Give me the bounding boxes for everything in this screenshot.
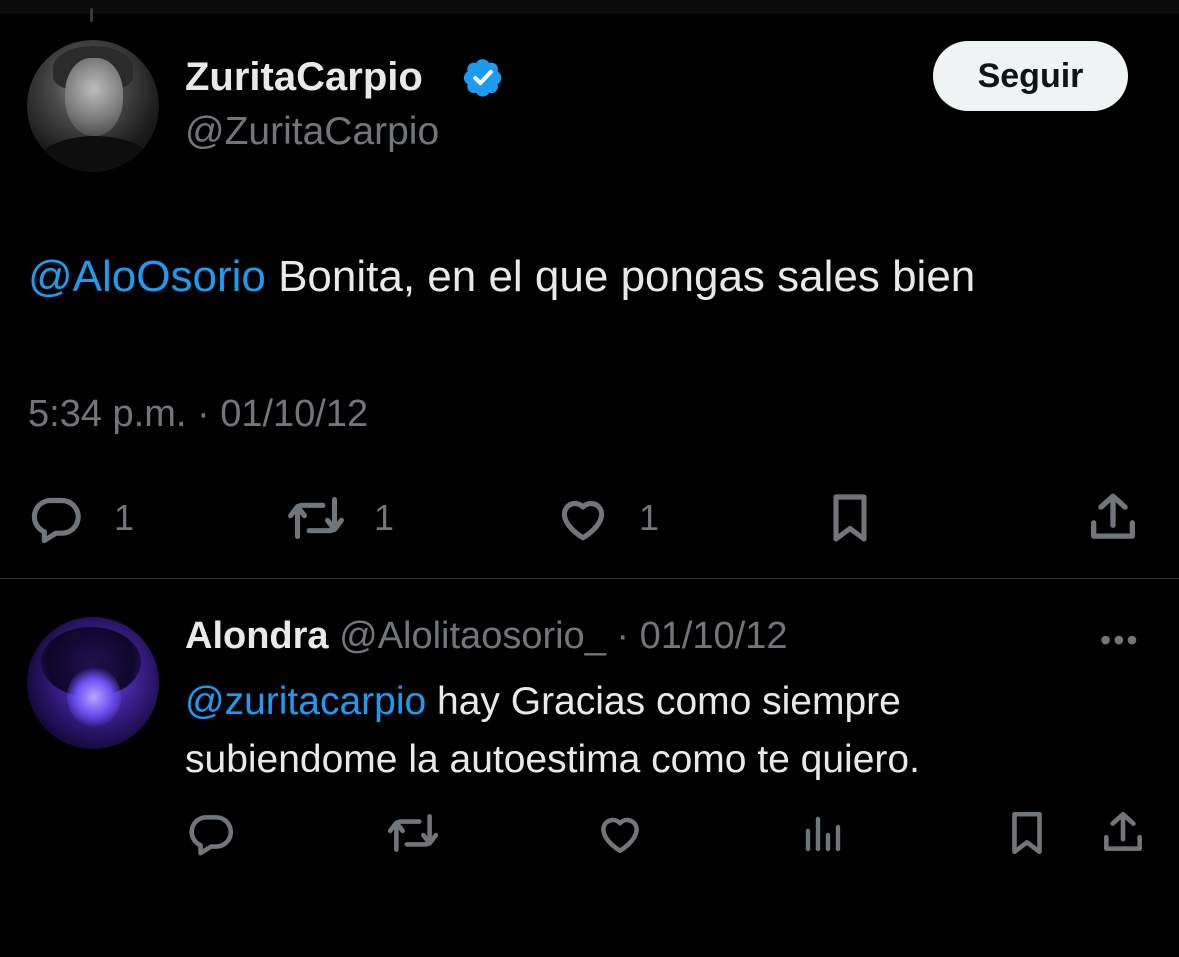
retweet-icon xyxy=(387,814,439,852)
divider xyxy=(0,578,1179,579)
share-button[interactable] xyxy=(1098,806,1148,860)
reply-button[interactable]: 1 xyxy=(28,490,134,546)
like-icon xyxy=(601,817,639,853)
like-button[interactable]: 1 xyxy=(553,490,659,546)
tweet-timestamp[interactable]: 5:34 p.m. · 01/10/12 xyxy=(28,393,368,436)
views-button[interactable] xyxy=(800,808,848,858)
share-icon xyxy=(1091,493,1135,539)
retweet-count: 1 xyxy=(374,497,395,538)
scroll-tick xyxy=(90,8,93,22)
share-button[interactable] xyxy=(1084,488,1142,548)
reply-text: @zuritacarpio hay Gracias como siempre s… xyxy=(185,673,1085,789)
tweet-text: @AloOsorio Bonita, en el que pongas sale… xyxy=(28,252,975,302)
avatar[interactable] xyxy=(27,617,159,749)
avatar[interactable] xyxy=(27,40,159,172)
more-options-icon[interactable]: ••• xyxy=(1100,622,1140,659)
share-icon xyxy=(1104,811,1142,851)
reply-icon xyxy=(189,815,234,856)
author-handle[interactable]: @ZuritaCarpio xyxy=(185,110,439,154)
reply-button[interactable] xyxy=(186,808,236,858)
views-icon xyxy=(805,816,841,852)
reply-author-name[interactable]: Alondra xyxy=(185,615,329,657)
bookmark-button[interactable] xyxy=(1002,806,1052,860)
retweet-icon xyxy=(288,497,344,539)
reply-count: 1 xyxy=(114,497,135,538)
mention-link[interactable]: @AloOsorio xyxy=(28,252,266,301)
retweet-button[interactable] xyxy=(386,808,440,858)
follow-button[interactable]: Seguir xyxy=(933,41,1128,111)
mention-link[interactable]: @zuritacarpio xyxy=(185,680,426,723)
verified-badge-icon xyxy=(463,59,502,97)
reply-header: Alondra @Alolitaosorio_ · 01/10/12 xyxy=(185,615,788,658)
bookmark-button[interactable] xyxy=(822,488,878,548)
bookmark-icon xyxy=(833,494,867,542)
reply-author-handle[interactable]: @Alolitaosorio_ · 01/10/12 xyxy=(329,615,787,657)
tweet-body: Bonita, en el que pongas sales bien xyxy=(265,252,976,301)
bookmark-icon xyxy=(1012,811,1042,855)
author-name[interactable]: ZuritaCarpio xyxy=(185,55,423,100)
top-edge xyxy=(0,0,1179,22)
like-button[interactable] xyxy=(594,808,646,858)
reply-icon xyxy=(31,497,81,544)
retweet-button[interactable]: 1 xyxy=(286,490,394,546)
like-icon xyxy=(561,500,605,541)
like-count: 1 xyxy=(639,497,660,538)
